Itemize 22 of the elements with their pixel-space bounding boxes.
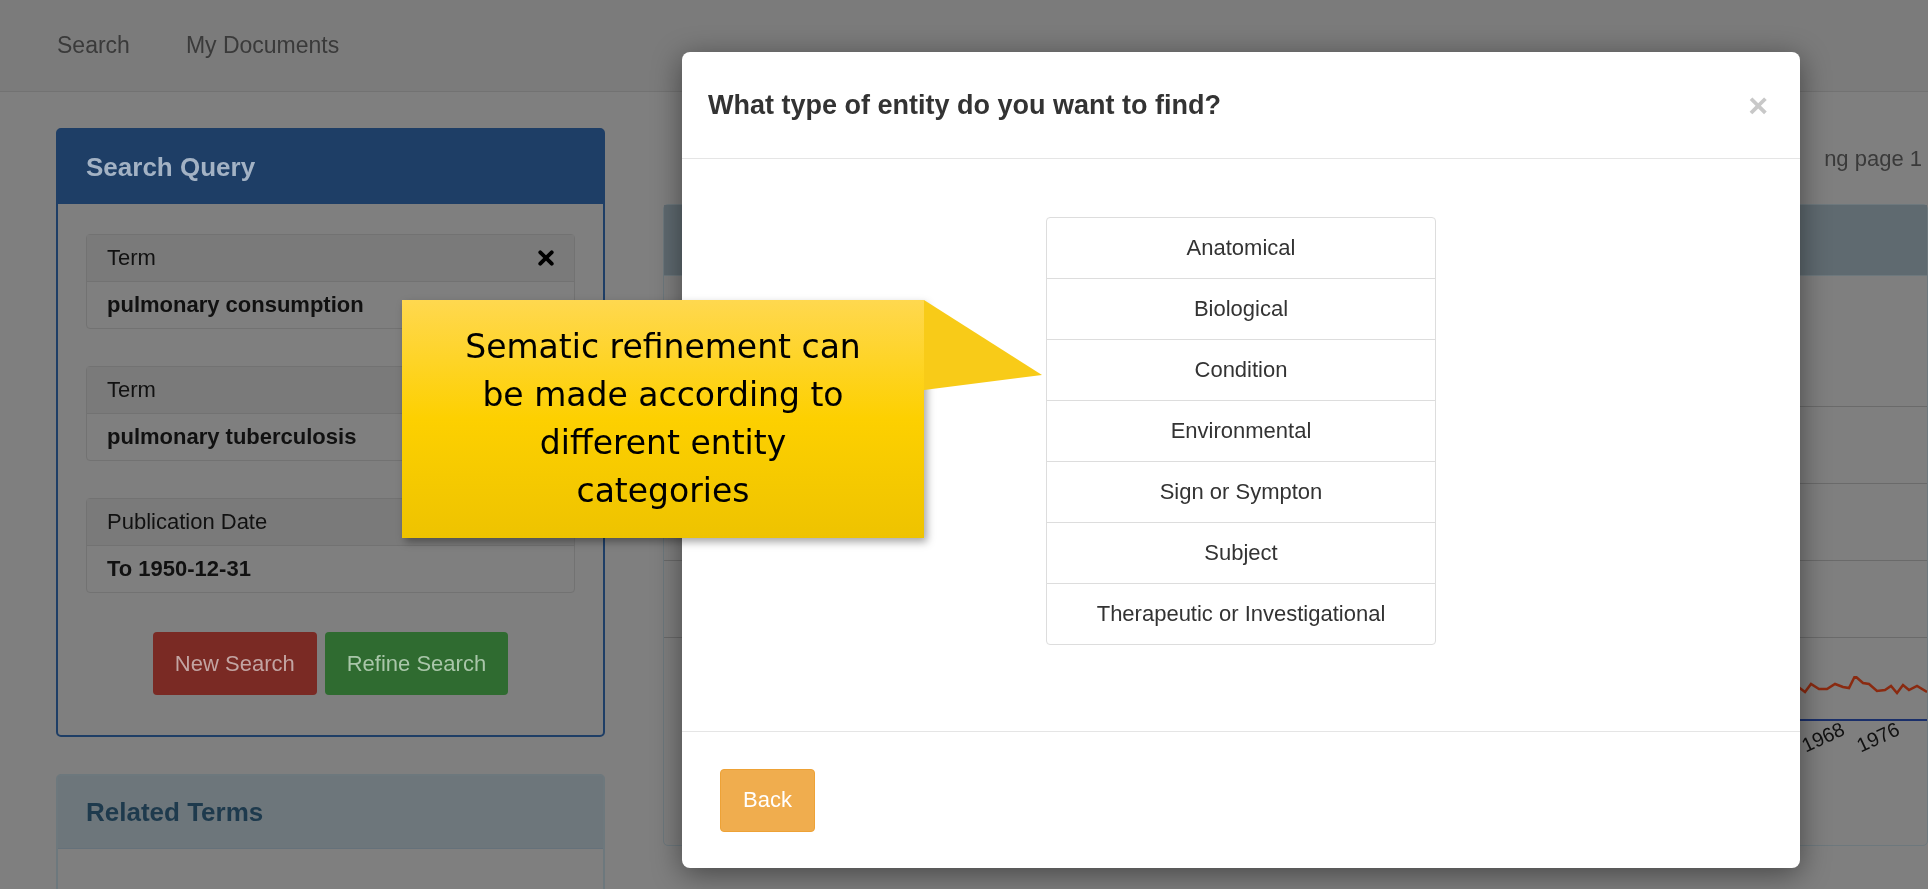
entity-option[interactable]: Anatomical	[1046, 217, 1436, 279]
criterion-value: pulmonary tuberculosis	[107, 424, 357, 450]
criterion-value: pulmonary consumption	[107, 292, 364, 318]
panel-title: Search Query	[86, 151, 256, 183]
entity-option[interactable]: Condition	[1046, 339, 1436, 401]
entity-option[interactable]: Therapeutic or Investigational	[1046, 583, 1436, 645]
callout-text: Sematic refinement can be made according to different entity categories	[464, 326, 862, 512]
criterion-label: Term	[107, 245, 156, 271]
criterion-label: Term	[107, 377, 156, 403]
remove-icon[interactable]	[538, 250, 554, 266]
entity-option[interactable]: Subject	[1046, 522, 1436, 584]
search-button[interactable]: New Search	[152, 632, 317, 695]
page-info: ng page 1	[1824, 146, 1923, 172]
entity-option[interactable]: Environmental	[1046, 400, 1436, 462]
panel-title: Related Terms	[86, 796, 264, 828]
axis-label: 1968	[1798, 717, 1849, 758]
criterion-label: Publication Date	[107, 509, 268, 535]
entity-option[interactable]: Biological	[1046, 278, 1436, 340]
modal-title: What type of entity do you want to find?	[708, 89, 1221, 121]
entity-option[interactable]: Sign or Sympton	[1046, 461, 1436, 523]
axis-label: 1976	[1852, 717, 1903, 758]
criterion-value: To 1950-12-31	[107, 556, 251, 582]
